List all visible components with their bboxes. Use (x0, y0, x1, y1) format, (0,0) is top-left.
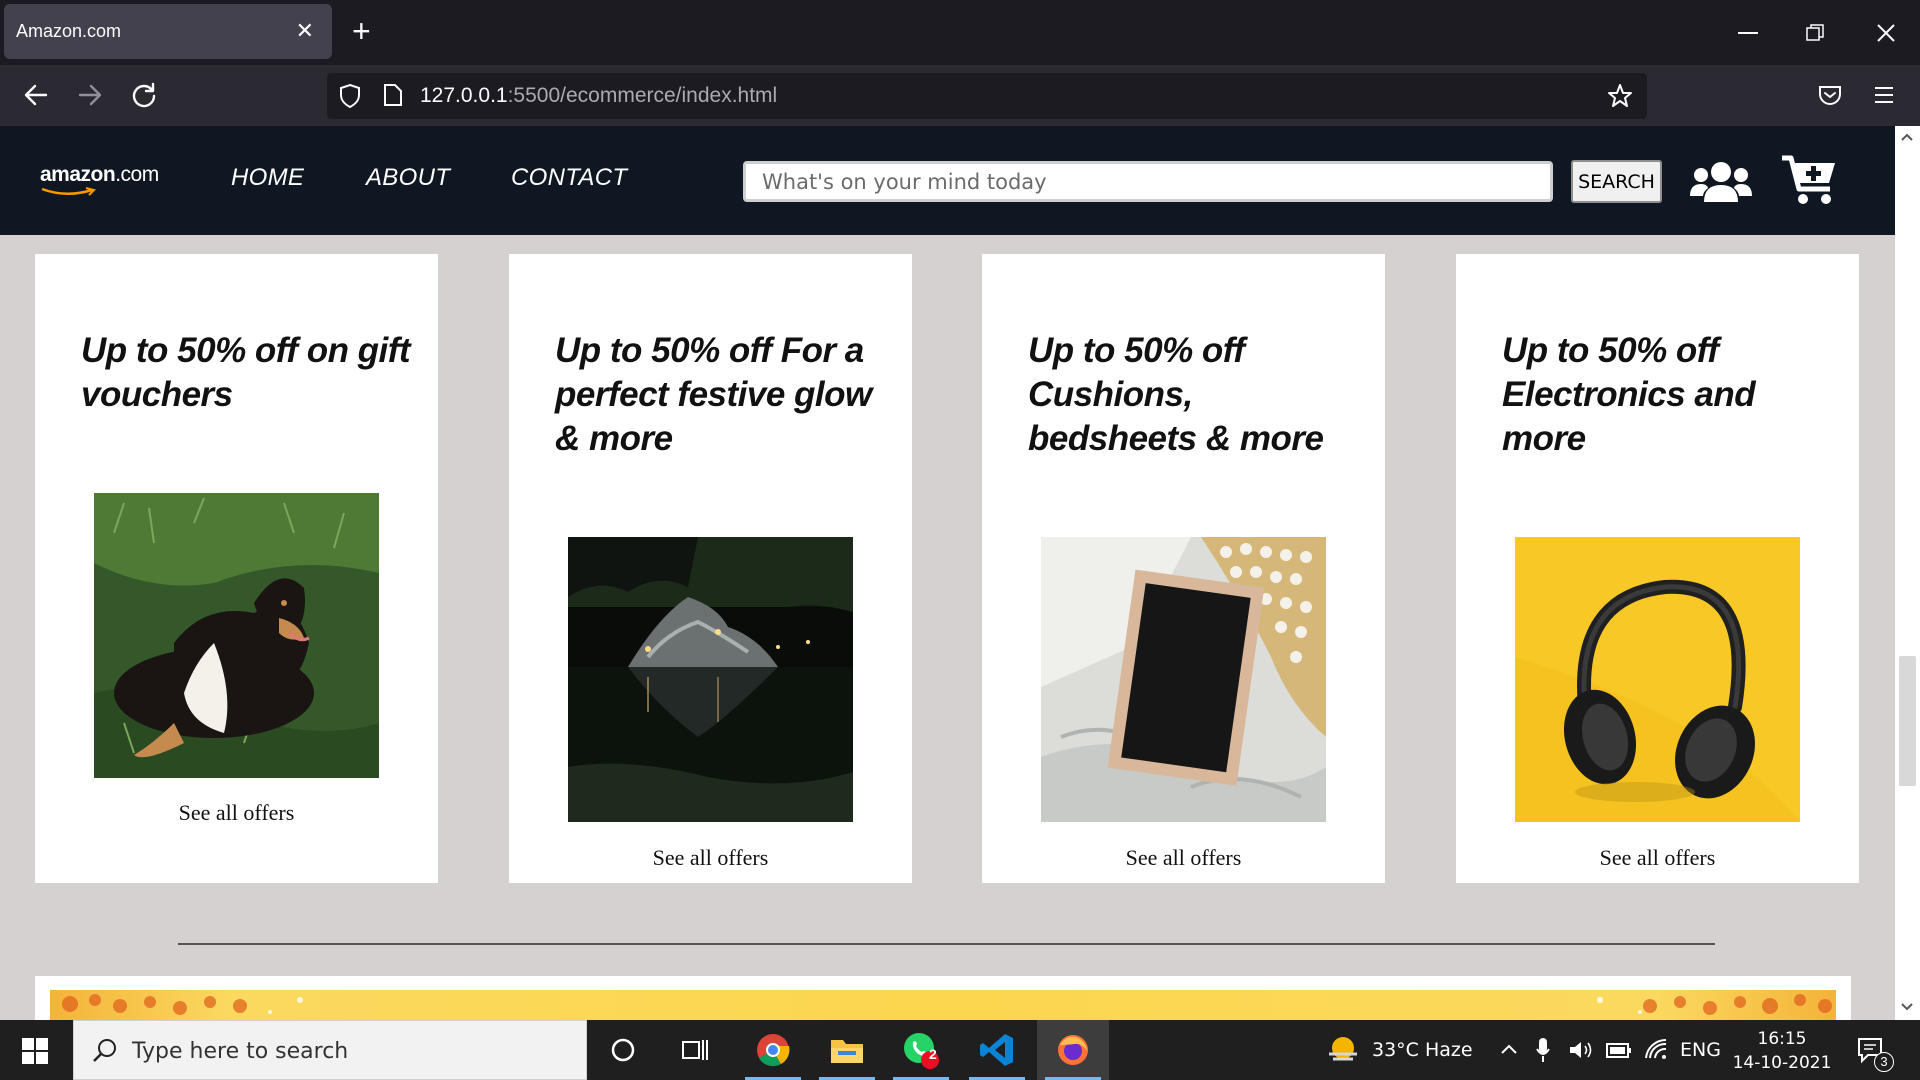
back-icon[interactable] (24, 84, 48, 106)
volume-icon[interactable] (1568, 1039, 1594, 1061)
logo-text: amazon (40, 163, 116, 186)
clock-time: 16:15 (1757, 1029, 1807, 1049)
offer-card-cushions: Up to 50% off Cushions, bedsheets & more… (982, 254, 1385, 883)
browser-tab[interactable]: Amazon.com ✕ (4, 4, 332, 59)
search-input[interactable] (743, 161, 1553, 202)
url-host: 127.0.0.1 (420, 84, 508, 107)
nav-home[interactable]: HOME (231, 164, 304, 192)
section-divider (178, 943, 1715, 945)
taskbar-file-explorer[interactable] (811, 1020, 883, 1080)
menu-icon[interactable] (1874, 86, 1894, 104)
page-scrollbar[interactable] (1895, 126, 1920, 1020)
see-all-offers-link[interactable]: See all offers (35, 800, 438, 826)
logo-smile-icon (41, 187, 96, 196)
browser-tab-strip: Amazon.com ✕ + (0, 0, 1920, 65)
headphones-image (1515, 537, 1800, 822)
windows-start-icon[interactable] (22, 1038, 48, 1064)
banner-container (35, 976, 1851, 1020)
browser-toolbar: 127.0.0.1:5500/ecommerce/index.html (0, 65, 1920, 126)
bookmark-star-icon[interactable] (1607, 83, 1633, 109)
scroll-up-icon[interactable] (1900, 132, 1914, 142)
notification-count-badge: 3 (1874, 1052, 1894, 1072)
clock-date: 14-10-2021 (1732, 1053, 1832, 1073)
dog-image (94, 493, 379, 778)
cart-plus-icon[interactable] (1780, 153, 1838, 207)
card-title: Up to 50% off Cushions, bedsheets & more (1028, 331, 1324, 458)
see-all-offers-link[interactable]: See all offers (982, 845, 1385, 871)
nav-about[interactable]: ABOUT (366, 164, 450, 192)
users-icon[interactable] (1690, 158, 1752, 204)
logo-suffix: .com (115, 163, 159, 186)
weather-haze-icon[interactable] (1327, 1034, 1359, 1064)
whatsapp-badge: 2 (929, 1046, 937, 1062)
offer-card-gift-vouchers: Up to 50% off on gift vouchers See all o… (35, 254, 438, 883)
task-view-button[interactable] (659, 1020, 731, 1080)
windows-taskbar: Type here to search 2 33°C Haze ENG 16:1… (0, 1020, 1920, 1080)
weather-text[interactable]: 33°C Haze (1372, 1039, 1473, 1061)
taskbar-whatsapp[interactable]: 2 (885, 1020, 957, 1080)
battery-icon[interactable] (1606, 1041, 1632, 1059)
taskbar-search-placeholder: Type here to search (132, 1039, 349, 1064)
url-path: :5500/ecommerce/index.html (507, 84, 778, 107)
see-all-offers-link[interactable]: See all offers (1456, 845, 1859, 871)
scroll-down-icon[interactable] (1900, 1002, 1914, 1012)
cortana-icon (611, 1038, 635, 1062)
banner-flower-decoration (62, 994, 1832, 1015)
tracking-protection-icon[interactable] (339, 83, 361, 109)
address-bar[interactable]: 127.0.0.1:5500/ecommerce/index.html (327, 73, 1647, 119)
forward-icon[interactable] (78, 84, 102, 106)
reload-icon[interactable] (131, 82, 157, 108)
page-info-icon[interactable] (383, 83, 403, 107)
show-hidden-icons-icon[interactable] (1500, 1043, 1518, 1055)
firefox-icon (1058, 1035, 1088, 1065)
search-button[interactable]: SEARCH (1571, 160, 1662, 203)
vscode-icon (980, 1034, 1013, 1066)
nav-contact[interactable]: CONTACT (511, 164, 627, 192)
wifi-icon[interactable] (1644, 1038, 1668, 1060)
offer-card-electronics: Up to 50% off Electronics and more See a… (1456, 254, 1859, 883)
taskbar-clock[interactable]: 16:15 14-10-2021 (1732, 1027, 1832, 1075)
offer-card-festive-glow: Up to 50% off For a perfect festive glow… (509, 254, 912, 883)
letterboard-image (1041, 537, 1326, 822)
url-text[interactable]: 127.0.0.1:5500/ecommerce/index.html (420, 84, 777, 108)
pocket-icon[interactable] (1818, 84, 1842, 106)
taskbar-search-box[interactable]: Type here to search (73, 1020, 587, 1080)
cortana-button[interactable] (587, 1020, 659, 1080)
search-icon (93, 1039, 116, 1062)
close-window-icon[interactable] (1876, 23, 1896, 43)
festive-banner[interactable] (50, 990, 1836, 1020)
scrollbar-thumb[interactable] (1899, 656, 1916, 786)
pond-rock-image (568, 537, 853, 822)
minimize-icon[interactable] (1738, 32, 1758, 34)
task-view-icon (682, 1040, 708, 1060)
new-tab-button[interactable]: + (352, 14, 371, 48)
card-title: Up to 50% off Electronics and more (1502, 331, 1756, 458)
folder-icon (831, 1040, 863, 1063)
taskbar-vscode[interactable] (961, 1020, 1033, 1080)
tab-title: Amazon.com (16, 21, 122, 41)
logo[interactable]: amazon.com (40, 163, 159, 187)
tab-close-icon[interactable]: ✕ (296, 20, 314, 42)
see-all-offers-link[interactable]: See all offers (509, 845, 912, 871)
site-header: amazon.com HOME ABOUT CONTACT SEARCH (0, 126, 1895, 235)
card-title: Up to 50% off on gift vouchers (81, 331, 411, 414)
card-title: Up to 50% off For a perfect festive glow… (555, 331, 872, 458)
chrome-icon (757, 1034, 790, 1067)
taskbar-chrome[interactable] (737, 1020, 809, 1080)
language-indicator[interactable]: ENG (1680, 1039, 1721, 1061)
page-viewport: amazon.com HOME ABOUT CONTACT SEARCH Up … (0, 126, 1895, 1020)
taskbar-firefox[interactable] (1037, 1020, 1109, 1080)
restore-icon[interactable] (1806, 24, 1824, 42)
microphone-icon[interactable] (1536, 1037, 1550, 1063)
